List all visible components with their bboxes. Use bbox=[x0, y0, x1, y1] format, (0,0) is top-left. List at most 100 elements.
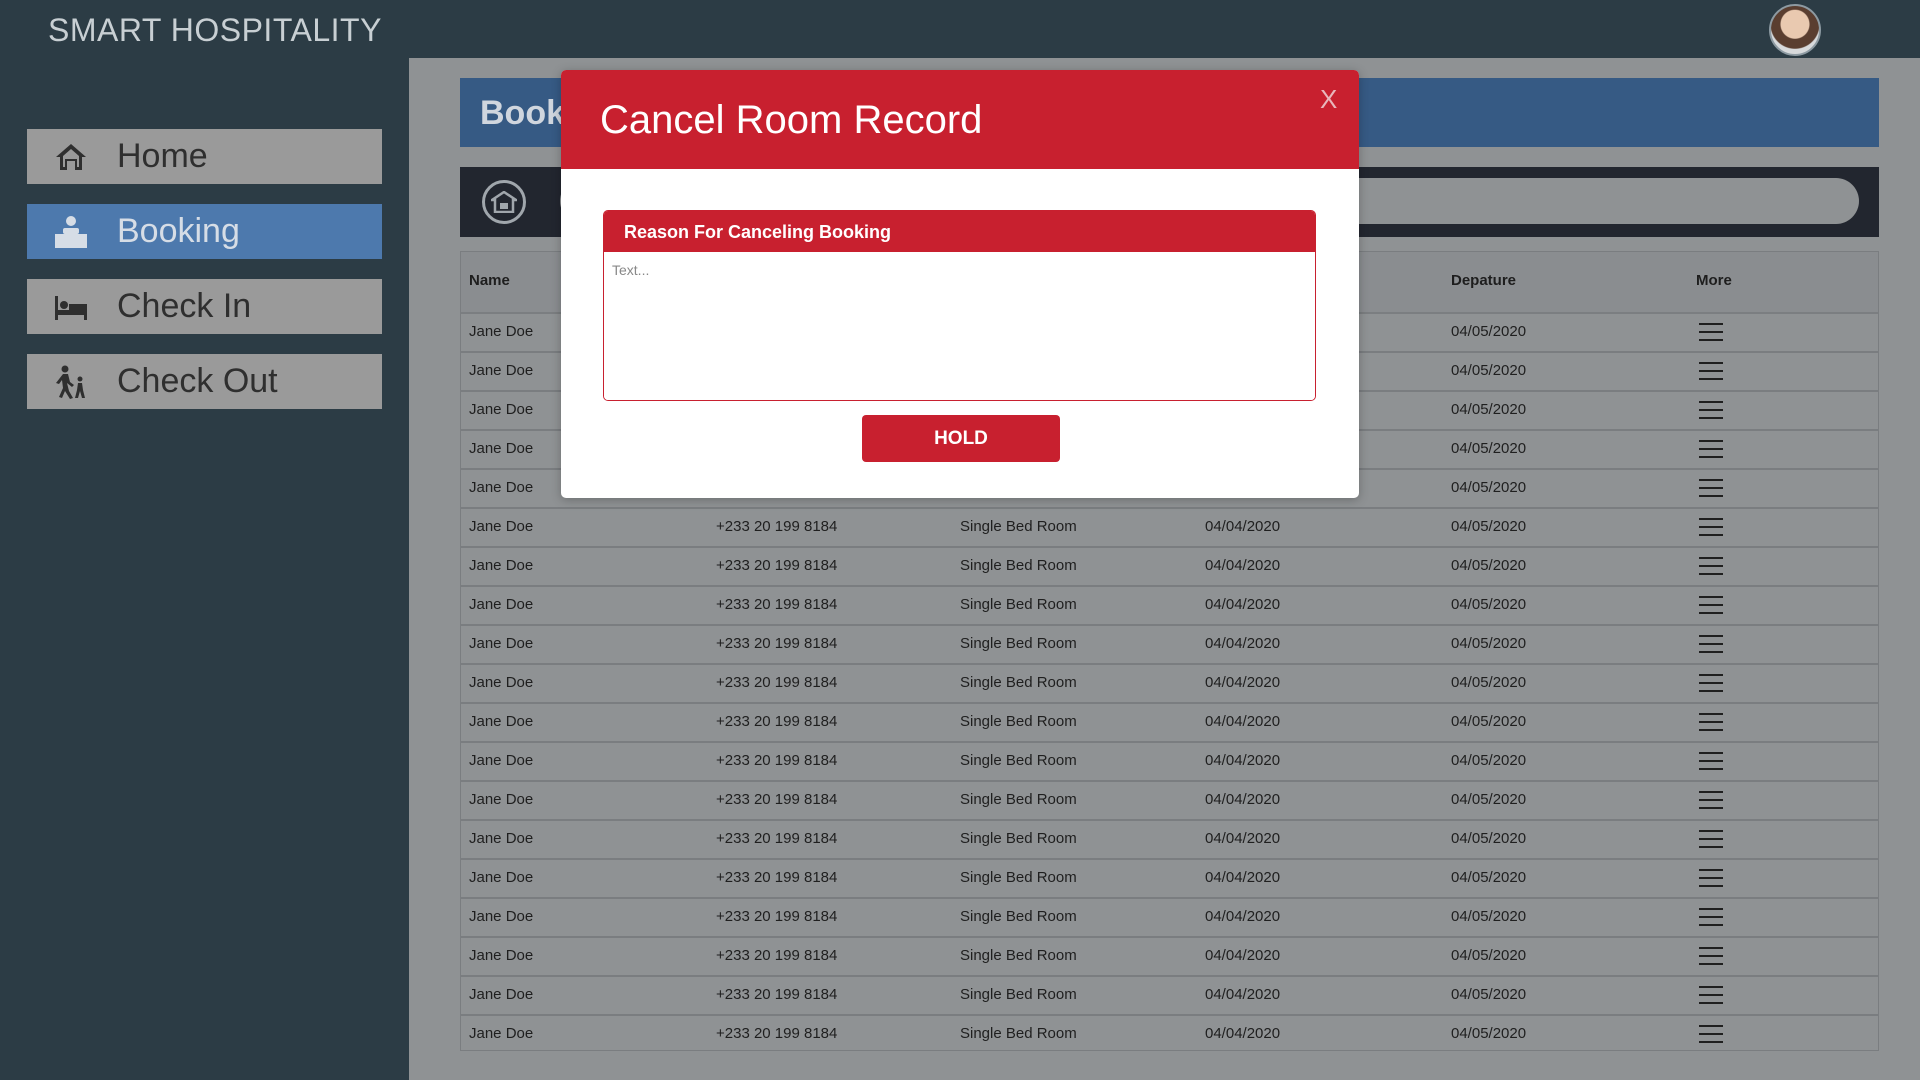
more-menu-icon[interactable] bbox=[1699, 635, 1723, 655]
sidebar-item-label: Check In bbox=[117, 287, 252, 325]
modal-header: Cancel Room Record X bbox=[561, 70, 1359, 169]
cell-room-type: Single Bed Room bbox=[960, 596, 1077, 613]
table-row: Jane Doe +233 20 199 8184 Single Bed Room 0… bbox=[461, 1016, 1878, 1050]
cell-arrival: 04/04/2020 bbox=[1205, 869, 1281, 886]
more-menu-icon[interactable] bbox=[1699, 362, 1723, 382]
cell-departure: 04/05/2020 bbox=[1451, 869, 1527, 886]
more-menu-icon[interactable] bbox=[1699, 947, 1723, 967]
cell-departure: 04/05/2020 bbox=[1451, 830, 1527, 847]
cell-name: Jane Doe bbox=[469, 674, 534, 691]
more-menu-icon[interactable] bbox=[1699, 986, 1723, 1006]
field-label-bar: Reason For Canceling Booking bbox=[604, 211, 1315, 252]
sidebar-item-home[interactable]: Home bbox=[27, 129, 382, 184]
sidebar-item-check-in[interactable]: Check In bbox=[27, 279, 382, 334]
reason-field: Reason For Canceling Booking bbox=[603, 210, 1316, 401]
cell-name: Jane Doe bbox=[469, 1025, 534, 1042]
cell-phone: +233 20 199 8184 bbox=[716, 986, 838, 1003]
sidebar-item-label: Check Out bbox=[117, 362, 278, 400]
reason-textarea[interactable] bbox=[604, 252, 1315, 400]
table-row: Jane Doe +233 20 199 8184 Single Bed Room 0… bbox=[461, 626, 1878, 665]
cell-phone: +233 20 199 8184 bbox=[716, 830, 838, 847]
cell-room-type: Single Bed Room bbox=[960, 713, 1077, 730]
more-menu-icon[interactable] bbox=[1699, 557, 1723, 577]
cell-arrival: 04/04/2020 bbox=[1205, 635, 1281, 652]
table-row: Jane Doe +233 20 199 8184 Single Bed Room 0… bbox=[461, 587, 1878, 626]
more-menu-icon[interactable] bbox=[1699, 674, 1723, 694]
cell-departure: 04/05/2020 bbox=[1451, 596, 1527, 613]
more-menu-icon[interactable] bbox=[1699, 401, 1723, 421]
table-row: Jane Doe +233 20 199 8184 Single Bed Room 0… bbox=[461, 509, 1878, 548]
cell-arrival: 04/04/2020 bbox=[1205, 752, 1281, 769]
cell-arrival: 04/04/2020 bbox=[1205, 596, 1281, 613]
cell-room-type: Single Bed Room bbox=[960, 908, 1077, 925]
cell-arrival: 04/04/2020 bbox=[1205, 791, 1281, 808]
cell-room-type: Single Bed Room bbox=[960, 791, 1077, 808]
user-avatar[interactable] bbox=[1769, 4, 1821, 56]
table-row: Jane Doe +233 20 199 8184 Single Bed Room 0… bbox=[461, 665, 1878, 704]
cell-name: Jane Doe bbox=[469, 362, 534, 379]
cell-departure: 04/05/2020 bbox=[1451, 362, 1527, 379]
column-header-more: More bbox=[1696, 272, 1732, 289]
cell-phone: +233 20 199 8184 bbox=[716, 674, 838, 691]
cell-departure: 04/05/2020 bbox=[1451, 752, 1527, 769]
cell-name: Jane Doe bbox=[469, 518, 534, 535]
cell-name: Jane Doe bbox=[469, 908, 534, 925]
cell-arrival: 04/04/2020 bbox=[1205, 947, 1281, 964]
cell-room-type: Single Bed Room bbox=[960, 674, 1077, 691]
home-icon bbox=[53, 139, 89, 175]
more-menu-icon[interactable] bbox=[1699, 908, 1723, 928]
more-menu-icon[interactable] bbox=[1699, 1025, 1723, 1045]
cancel-room-modal: Cancel Room Record X Reason For Cancelin… bbox=[561, 70, 1359, 498]
cell-name: Jane Doe bbox=[469, 479, 534, 496]
more-menu-icon[interactable] bbox=[1699, 713, 1723, 733]
cell-room-type: Single Bed Room bbox=[960, 830, 1077, 847]
cell-departure: 04/05/2020 bbox=[1451, 479, 1527, 496]
table-row: Jane Doe +233 20 199 8184 Single Bed Room 0… bbox=[461, 704, 1878, 743]
cell-name: Jane Doe bbox=[469, 323, 534, 340]
cell-phone: +233 20 199 8184 bbox=[716, 713, 838, 730]
sidebar-item-check-out[interactable]: Check Out bbox=[27, 354, 382, 409]
hold-button[interactable]: HOLD bbox=[862, 415, 1060, 462]
more-menu-icon[interactable] bbox=[1699, 479, 1723, 499]
cell-departure: 04/05/2020 bbox=[1451, 947, 1527, 964]
more-menu-icon[interactable] bbox=[1699, 752, 1723, 772]
cell-room-type: Single Bed Room bbox=[960, 869, 1077, 886]
more-menu-icon[interactable] bbox=[1699, 791, 1723, 811]
cell-departure: 04/05/2020 bbox=[1451, 986, 1527, 1003]
cell-arrival: 04/04/2020 bbox=[1205, 830, 1281, 847]
sidebar-item-booking[interactable]: Booking bbox=[27, 204, 382, 259]
cell-arrival: 04/04/2020 bbox=[1205, 713, 1281, 730]
table-row: Jane Doe +233 20 199 8184 Single Bed Room 0… bbox=[461, 860, 1878, 899]
more-menu-icon[interactable] bbox=[1699, 830, 1723, 850]
app-brand: SMART HOSPITALITY bbox=[48, 12, 382, 48]
cell-room-type: Single Bed Room bbox=[960, 752, 1077, 769]
more-menu-icon[interactable] bbox=[1699, 518, 1723, 538]
table-row: Jane Doe +233 20 199 8184 Single Bed Room 0… bbox=[461, 782, 1878, 821]
cell-arrival: 04/04/2020 bbox=[1205, 908, 1281, 925]
sidebar-item-label: Booking bbox=[117, 212, 240, 250]
cell-departure: 04/05/2020 bbox=[1451, 1025, 1527, 1042]
more-menu-icon[interactable] bbox=[1699, 596, 1723, 616]
more-menu-icon[interactable] bbox=[1699, 323, 1723, 343]
bed-icon bbox=[53, 289, 89, 325]
cell-room-type: Single Bed Room bbox=[960, 986, 1077, 1003]
reception-desk-icon bbox=[53, 214, 89, 250]
cell-arrival: 04/04/2020 bbox=[1205, 518, 1281, 535]
hotel-logo-icon bbox=[482, 180, 526, 224]
cell-name: Jane Doe bbox=[469, 440, 534, 457]
close-button[interactable]: X bbox=[1320, 84, 1337, 115]
cell-name: Jane Doe bbox=[469, 401, 534, 418]
cell-name: Jane Doe bbox=[469, 635, 534, 652]
cell-name: Jane Doe bbox=[469, 713, 534, 730]
cell-departure: 04/05/2020 bbox=[1451, 791, 1527, 808]
cell-room-type: Single Bed Room bbox=[960, 557, 1077, 574]
cell-departure: 04/05/2020 bbox=[1451, 518, 1527, 535]
cell-room-type: Single Bed Room bbox=[960, 635, 1077, 652]
cell-phone: +233 20 199 8184 bbox=[716, 947, 838, 964]
cell-arrival: 04/04/2020 bbox=[1205, 986, 1281, 1003]
cell-room-type: Single Bed Room bbox=[960, 518, 1077, 535]
more-menu-icon[interactable] bbox=[1699, 869, 1723, 889]
table-row: Jane Doe +233 20 199 8184 Single Bed Room 0… bbox=[461, 821, 1878, 860]
cell-room-type: Single Bed Room bbox=[960, 1025, 1077, 1042]
more-menu-icon[interactable] bbox=[1699, 440, 1723, 460]
